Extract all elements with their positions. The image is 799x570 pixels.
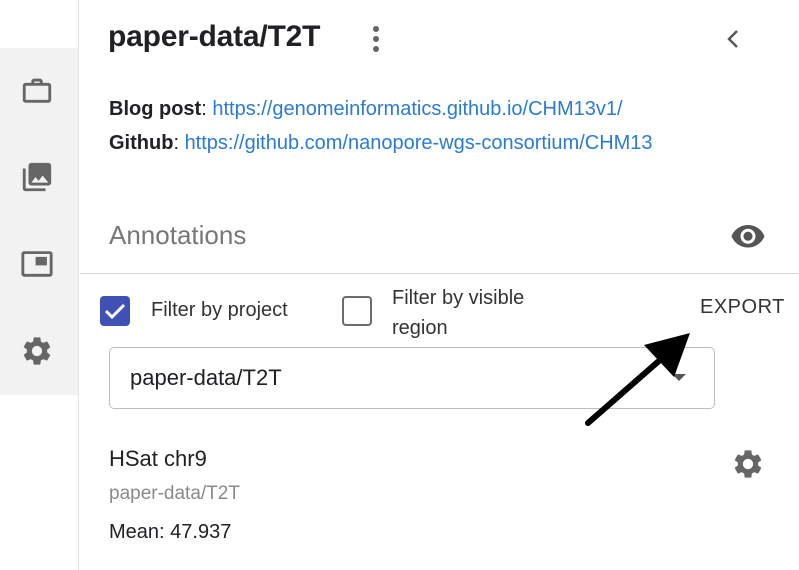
- filter-by-visible-region-label: Filter by visible region: [392, 283, 524, 343]
- github-sep: :: [173, 132, 185, 154]
- blog-post-line: Blog post: https://genomeinformatics.git…: [109, 98, 623, 121]
- more-vert-icon[interactable]: [364, 24, 388, 54]
- track-project: paper-data/T2T: [109, 483, 240, 504]
- filter-visible-line2: region: [392, 317, 448, 339]
- github-line: Github: https://github.com/nanopore-wgs-…: [109, 132, 653, 155]
- github-key: Github: [109, 132, 174, 154]
- chevron-left-icon[interactable]: [718, 24, 748, 54]
- track-mean: Mean: 47.937: [109, 521, 232, 543]
- project-select[interactable]: paper-data/T2T: [109, 347, 715, 409]
- blog-post-key: Blog post: [109, 98, 202, 120]
- briefcase-icon[interactable]: [19, 72, 55, 108]
- filter-by-project-label: Filter by project: [151, 299, 288, 321]
- blog-post-link[interactable]: https://genomeinformatics.github.io/CHM1…: [212, 98, 622, 120]
- blog-post-sep: :: [201, 98, 213, 120]
- page-title: paper-data/T2T: [108, 20, 321, 53]
- gear-icon[interactable]: [19, 333, 55, 369]
- export-button[interactable]: EXPORT: [700, 296, 785, 319]
- track-name: HSat chr9: [109, 446, 207, 471]
- picture-in-picture-icon[interactable]: [19, 246, 55, 282]
- check-icon: [104, 303, 126, 320]
- dropdown-caret-icon: [672, 374, 686, 381]
- filter-visible-line1: Filter by visible: [392, 287, 525, 309]
- left-rail: [0, 0, 79, 570]
- filter-by-visible-region-checkbox[interactable]: [342, 296, 372, 326]
- gallery-icon[interactable]: [19, 159, 55, 195]
- annotations-heading: Annotations: [109, 220, 247, 250]
- project-panel: paper-data/T2T Blog post: https://genome…: [80, 0, 799, 570]
- github-link[interactable]: https://github.com/nanopore-wgs-consorti…: [185, 132, 653, 154]
- filter-by-project-checkbox[interactable]: [100, 296, 130, 326]
- section-divider: [80, 273, 799, 274]
- track-settings-gear-icon[interactable]: [731, 447, 765, 481]
- eye-icon[interactable]: [728, 220, 768, 254]
- project-select-value: paper-data/T2T: [130, 365, 282, 390]
